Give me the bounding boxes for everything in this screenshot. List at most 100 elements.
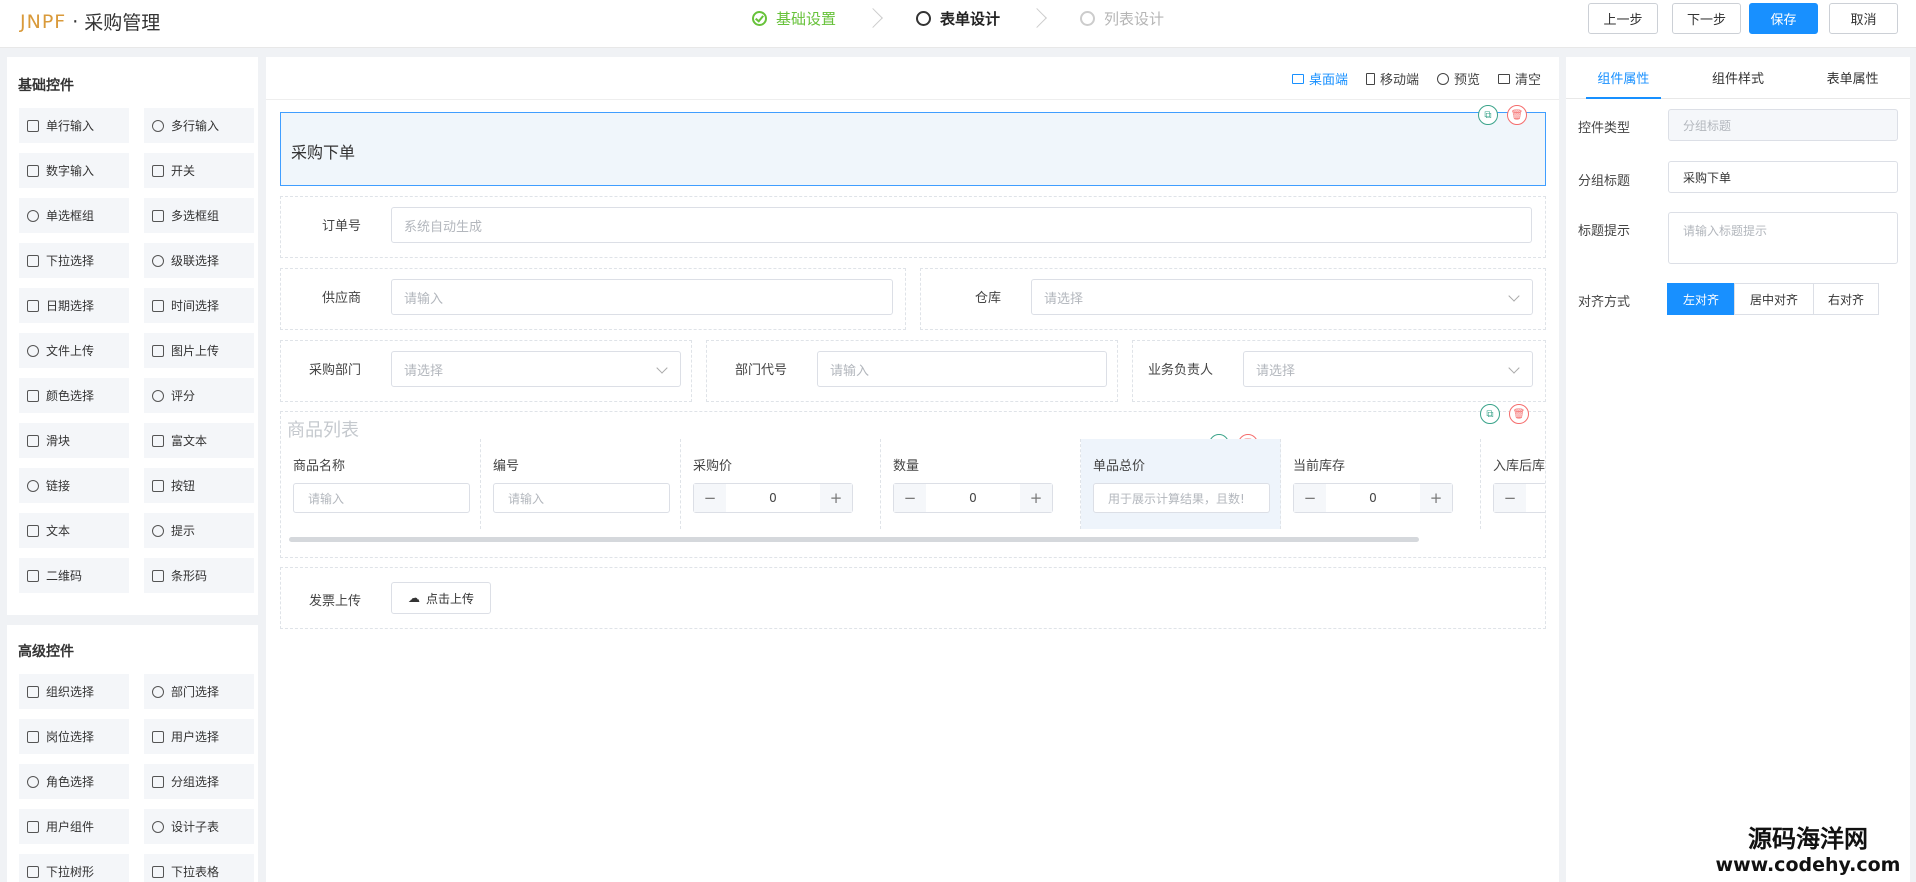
desktop-view-button[interactable]: 桌面端 bbox=[1291, 69, 1348, 88]
minus-icon[interactable]: − bbox=[694, 484, 726, 512]
step-label: 列表设计 bbox=[1104, 9, 1165, 28]
control-item[interactable]: 提示 bbox=[144, 513, 254, 548]
control-item[interactable]: 二维码 bbox=[19, 558, 129, 593]
product-table-component[interactable]: 商品列表 ⧉ 🗑 ⧉ 🗑 商品名称 请输入 编号 请输入 采购价 − 0 + 数… bbox=[280, 404, 1546, 558]
control-item[interactable]: 滑块 bbox=[19, 423, 129, 458]
minus-icon[interactable]: − bbox=[894, 484, 926, 512]
control-item[interactable]: 数字输入 bbox=[19, 153, 129, 188]
control-item[interactable]: 下拉选择 bbox=[19, 243, 129, 278]
tab-form-props[interactable]: 表单属性 bbox=[1795, 57, 1910, 98]
prop-label: 标题提示 bbox=[1578, 224, 1631, 239]
control-icon bbox=[152, 389, 164, 402]
control-item[interactable]: 图片上传 bbox=[144, 333, 254, 368]
step-basic-settings[interactable]: 基础设置 bbox=[752, 8, 836, 29]
control-item[interactable]: 单选框组 bbox=[19, 198, 129, 233]
control-item[interactable]: 文件上传 bbox=[19, 333, 129, 368]
quantity-stepper[interactable]: − 0 + bbox=[893, 483, 1053, 513]
product-name-input[interactable]: 请输入 bbox=[293, 483, 470, 513]
control-item[interactable]: 下拉表格 bbox=[144, 854, 254, 882]
component-actions: ⧉ 🗑 bbox=[1478, 105, 1527, 125]
play-icon bbox=[1436, 72, 1449, 85]
prev-button[interactable]: 上一步 bbox=[1588, 3, 1658, 34]
tab-component-props[interactable]: 组件属性 bbox=[1566, 57, 1681, 99]
control-icon bbox=[27, 524, 39, 537]
save-button[interactable]: 保存 bbox=[1749, 3, 1818, 34]
owner-select[interactable]: 请选择 bbox=[1243, 351, 1533, 387]
title-hint-field[interactable]: 请输入标题提示 bbox=[1668, 212, 1898, 264]
mobile-label: 移动端 bbox=[1379, 73, 1419, 88]
control-item[interactable]: 用户组件 bbox=[19, 809, 129, 844]
control-item[interactable]: 文本 bbox=[19, 513, 129, 548]
control-item[interactable]: 富文本 bbox=[144, 423, 254, 458]
stepper-value: 0 bbox=[969, 491, 977, 505]
field-order-no: 订单号 系统自动生成 bbox=[280, 196, 1546, 258]
next-button[interactable]: 下一步 bbox=[1672, 3, 1741, 34]
control-label: 下拉表格 bbox=[171, 865, 220, 879]
mobile-view-button[interactable]: 移动端 bbox=[1365, 69, 1419, 88]
code-input[interactable]: 请输入 bbox=[493, 483, 670, 513]
control-item[interactable]: 链接 bbox=[19, 468, 129, 503]
price-stepper[interactable]: − 0 + bbox=[693, 483, 853, 513]
preview-button[interactable]: 预览 bbox=[1436, 69, 1480, 88]
control-item[interactable]: 级联选择 bbox=[144, 243, 254, 278]
control-item[interactable]: 组织选择 bbox=[19, 674, 129, 709]
control-item[interactable]: 用户选择 bbox=[144, 719, 254, 754]
control-item[interactable]: 评分 bbox=[144, 378, 254, 413]
delete-icon[interactable]: 🗑 bbox=[1507, 105, 1527, 125]
minus-icon[interactable]: − bbox=[1294, 484, 1326, 512]
align-right-button[interactable]: 右对齐 bbox=[1813, 283, 1879, 315]
stepper-value: 0 bbox=[1369, 491, 1377, 505]
control-item[interactable]: 时间选择 bbox=[144, 288, 254, 323]
tab-component-style[interactable]: 组件样式 bbox=[1681, 57, 1796, 98]
upload-button[interactable]: ☁ 点击上传 bbox=[391, 582, 491, 614]
field-warehouse: 仓库 请选择 bbox=[920, 268, 1546, 330]
control-item[interactable]: 分组选择 bbox=[144, 764, 254, 799]
after-stock-stepper[interactable]: − 0 + bbox=[1493, 483, 1545, 513]
column-header: 单品总价 bbox=[1093, 459, 1146, 474]
control-item[interactable]: 设计子表 bbox=[144, 809, 254, 844]
control-item[interactable]: 开关 bbox=[144, 153, 254, 188]
control-item[interactable]: 角色选择 bbox=[19, 764, 129, 799]
align-center-button[interactable]: 居中对齐 bbox=[1734, 283, 1814, 315]
control-item[interactable]: 颜色选择 bbox=[19, 378, 129, 413]
plus-icon[interactable]: + bbox=[1020, 484, 1052, 512]
order-no-input[interactable]: 系统自动生成 bbox=[391, 207, 1532, 243]
copy-icon[interactable]: ⧉ bbox=[1480, 404, 1500, 424]
clear-button[interactable]: 清空 bbox=[1497, 69, 1541, 88]
column-current-stock: 当前库存 − 0 + bbox=[1281, 439, 1481, 529]
step-form-design[interactable]: 表单设计 bbox=[916, 8, 1000, 29]
control-label: 单行输入 bbox=[46, 119, 95, 133]
align-left-button[interactable]: 左对齐 bbox=[1667, 283, 1735, 315]
control-item[interactable]: 多选框组 bbox=[144, 198, 254, 233]
advanced-controls-grid: 组织选择 部门选择 岗位选择 用户选择 角色选择 分组选择 用户组件 设计子表 下拉树形 下拉表格 bbox=[19, 674, 254, 882]
control-item[interactable]: 条形码 bbox=[144, 558, 254, 593]
control-item[interactable]: 按钮 bbox=[144, 468, 254, 503]
control-item[interactable]: 多行输入 bbox=[144, 108, 254, 143]
form-canvas: 桌面端 移动端 预览 清空 采购下单 ⧉ 🗑 订单号 系统自动生成 供应商 请输… bbox=[266, 57, 1559, 882]
cancel-button[interactable]: 取消 bbox=[1829, 3, 1898, 34]
control-icon bbox=[152, 820, 164, 833]
warehouse-select[interactable]: 请选择 bbox=[1031, 279, 1533, 315]
group-title-field[interactable]: 采购下单 bbox=[1668, 161, 1898, 193]
control-icon bbox=[152, 119, 164, 132]
control-item[interactable]: 下拉树形 bbox=[19, 854, 129, 882]
supplier-input[interactable]: 请输入 bbox=[391, 279, 893, 315]
control-item[interactable]: 日期选择 bbox=[19, 288, 129, 323]
control-icon bbox=[152, 164, 164, 177]
step-list-design[interactable]: 列表设计 bbox=[1080, 8, 1164, 29]
control-item[interactable]: 部门选择 bbox=[144, 674, 254, 709]
stock-stepper[interactable]: − 0 + bbox=[1293, 483, 1453, 513]
plus-icon[interactable]: + bbox=[820, 484, 852, 512]
control-item[interactable]: 单行输入 bbox=[19, 108, 129, 143]
unit-total-input[interactable]: 用于展示计算结果，且数! bbox=[1093, 483, 1270, 513]
control-item[interactable]: 岗位选择 bbox=[19, 719, 129, 754]
group-title-component[interactable]: 采购下单 ⧉ 🗑 bbox=[280, 105, 1546, 186]
control-icon bbox=[27, 209, 39, 222]
minus-icon[interactable]: − bbox=[1494, 484, 1526, 512]
dept-code-input[interactable]: 请输入 bbox=[817, 351, 1107, 387]
copy-icon[interactable]: ⧉ bbox=[1478, 105, 1498, 125]
plus-icon[interactable]: + bbox=[1420, 484, 1452, 512]
horizontal-scrollbar[interactable] bbox=[289, 537, 1419, 542]
dept-select[interactable]: 请选择 bbox=[391, 351, 681, 387]
delete-icon[interactable]: 🗑 bbox=[1509, 404, 1529, 424]
